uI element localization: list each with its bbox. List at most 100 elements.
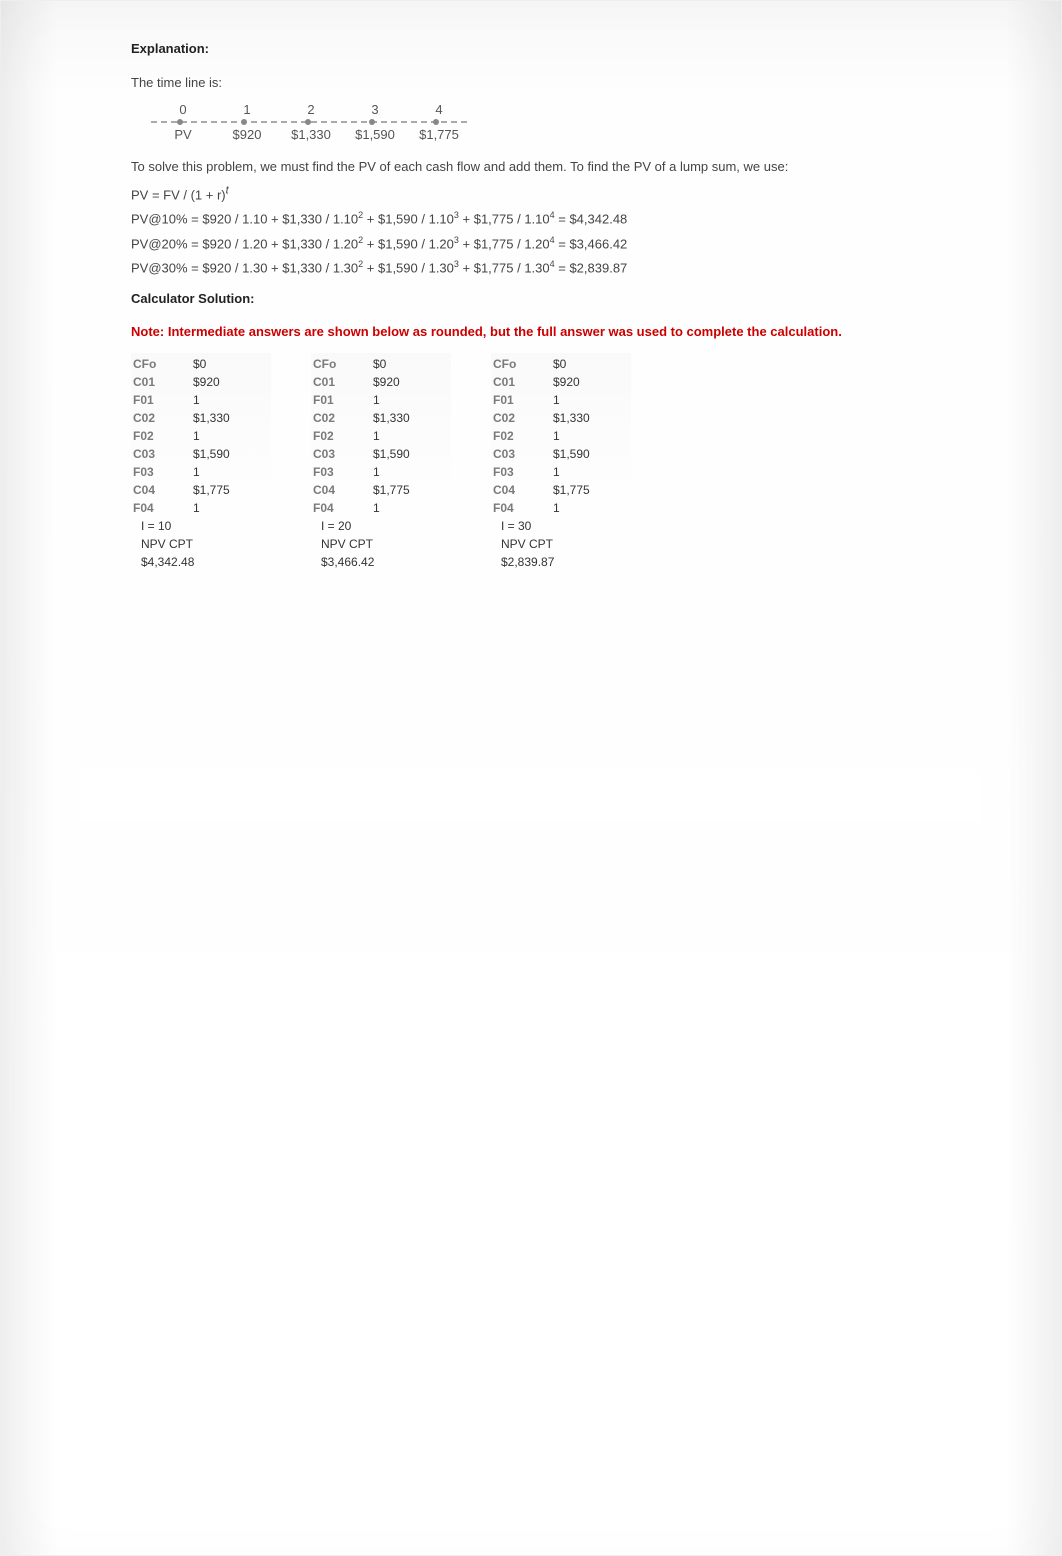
calc-value: $920 (553, 373, 580, 391)
calc-value: $1,590 (553, 445, 590, 463)
calc-npv-value: $2,839.87 (493, 553, 554, 571)
calc-label: F01 (133, 391, 193, 409)
calc-col-1: CFo$0 C01$920 F011 C02$1,330 F021 C03$1,… (131, 353, 271, 575)
calc-solution-heading: Calculator Solution: (131, 291, 961, 306)
calc-label: C02 (133, 409, 193, 427)
calc-value: 1 (193, 463, 200, 481)
calc-value: 1 (553, 499, 560, 517)
calc-label: F02 (313, 427, 373, 445)
eq-result: = $3,466.42 (555, 236, 628, 251)
calc-label: F04 (493, 499, 553, 517)
calc-npv-label: NPV CPT (313, 535, 373, 553)
timeline-value: $1,330 (279, 127, 343, 142)
bottom-fade (81, 701, 981, 821)
calc-label: CFo (313, 355, 373, 373)
calc-label: F03 (133, 463, 193, 481)
calc-label: F04 (313, 499, 373, 517)
calculator-columns: CFo$0 C01$920 F011 C02$1,330 F021 C03$1,… (131, 353, 961, 575)
calc-value: $1,330 (193, 409, 230, 427)
calc-value: 1 (373, 463, 380, 481)
calc-label: F02 (133, 427, 193, 445)
calc-value: 1 (373, 499, 380, 517)
eq-frag: + $1,775 / 1.30 (459, 260, 550, 275)
timeline-value: $920 (215, 127, 279, 142)
calc-label: CFo (493, 355, 553, 373)
calc-value: 1 (193, 391, 200, 409)
timeline-period: 1 (215, 102, 279, 117)
eq-frag: + $1,590 / 1.30 (363, 260, 454, 275)
calc-label: C02 (493, 409, 553, 427)
calc-value: $0 (193, 355, 206, 373)
equation-pv30: PV@30% = $920 / 1.30 + $1,330 / 1.302 + … (131, 259, 961, 275)
timeline-periods-row: 0 1 2 3 4 (151, 102, 471, 117)
timeline-divider (151, 121, 471, 123)
intro-text: The time line is: (131, 74, 961, 92)
calc-value: $1,775 (193, 481, 230, 499)
calc-value: $920 (193, 373, 220, 391)
timeline-values-row: PV $920 $1,330 $1,590 $1,775 (151, 127, 471, 142)
calc-i: I = 30 (493, 517, 531, 535)
document-page: Explanation: The time line is: 0 1 2 3 4… (0, 0, 1062, 1556)
calc-label: F04 (133, 499, 193, 517)
timeline: 0 1 2 3 4 PV $920 $1,330 $1,590 $1,775 (151, 102, 471, 142)
calc-value: $1,330 (373, 409, 410, 427)
calc-label: C02 (313, 409, 373, 427)
pv-formula: PV = FV / (1 + r)t (131, 185, 961, 202)
timeline-period: 2 (279, 102, 343, 117)
formula-text: PV = FV / (1 + r) (131, 187, 226, 202)
eq-result: = $2,839.87 (555, 260, 628, 275)
calc-npv-value: $3,466.42 (313, 553, 374, 571)
calc-value: 1 (373, 427, 380, 445)
calc-label: CFo (133, 355, 193, 373)
calc-col-3: CFo$0 C01$920 F011 C02$1,330 F021 C03$1,… (491, 353, 631, 575)
calc-label: C04 (133, 481, 193, 499)
calc-label: C01 (313, 373, 373, 391)
eq-frag: + $1,590 / 1.20 (363, 236, 454, 251)
calc-label: C01 (133, 373, 193, 391)
calc-value: $0 (553, 355, 566, 373)
eq-frag: PV@30% = $920 / 1.30 + $1,330 / 1.30 (131, 260, 358, 275)
formula-sup: t (226, 185, 229, 197)
calc-i: I = 10 (133, 517, 171, 535)
calc-label: F03 (313, 463, 373, 481)
calc-value: 1 (193, 499, 200, 517)
calc-value: $1,330 (553, 409, 590, 427)
timeline-value: $1,590 (343, 127, 407, 142)
solve-paragraph: To solve this problem, we must find the … (131, 158, 961, 176)
timeline-value: $1,775 (407, 127, 471, 142)
calc-label: C03 (493, 445, 553, 463)
timeline-value: PV (151, 127, 215, 142)
calc-label: F03 (493, 463, 553, 481)
calc-label: C04 (493, 481, 553, 499)
calc-value: 1 (193, 427, 200, 445)
timeline-period: 3 (343, 102, 407, 117)
calc-value: $1,590 (373, 445, 410, 463)
calc-value: $920 (373, 373, 400, 391)
calc-npv-value: $4,342.48 (133, 553, 194, 571)
calc-label: C01 (493, 373, 553, 391)
calc-value: 1 (553, 391, 560, 409)
eq-result: = $4,342.48 (555, 212, 628, 227)
equation-pv20: PV@20% = $920 / 1.20 + $1,330 / 1.202 + … (131, 235, 961, 251)
explanation-heading: Explanation: (131, 41, 961, 56)
eq-frag: + $1,590 / 1.10 (363, 212, 454, 227)
calc-npv-label: NPV CPT (493, 535, 553, 553)
eq-frag: PV@20% = $920 / 1.20 + $1,330 / 1.20 (131, 236, 358, 251)
equation-pv10: PV@10% = $920 / 1.10 + $1,330 / 1.102 + … (131, 210, 961, 226)
timeline-period: 4 (407, 102, 471, 117)
calc-value: $1,775 (553, 481, 590, 499)
timeline-period: 0 (151, 102, 215, 117)
calc-value: 1 (553, 427, 560, 445)
calc-value: $1,590 (193, 445, 230, 463)
calc-value: $0 (373, 355, 386, 373)
calc-label: F01 (493, 391, 553, 409)
calc-i: I = 20 (313, 517, 351, 535)
calc-value: $1,775 (373, 481, 410, 499)
eq-frag: PV@10% = $920 / 1.10 + $1,330 / 1.10 (131, 212, 358, 227)
calc-label: F01 (313, 391, 373, 409)
calc-value: 1 (373, 391, 380, 409)
calc-note: Note: Intermediate answers are shown bel… (131, 324, 961, 341)
calc-npv-label: NPV CPT (133, 535, 193, 553)
calc-col-2: CFo$0 C01$920 F011 C02$1,330 F021 C03$1,… (311, 353, 451, 575)
calc-label: C03 (133, 445, 193, 463)
